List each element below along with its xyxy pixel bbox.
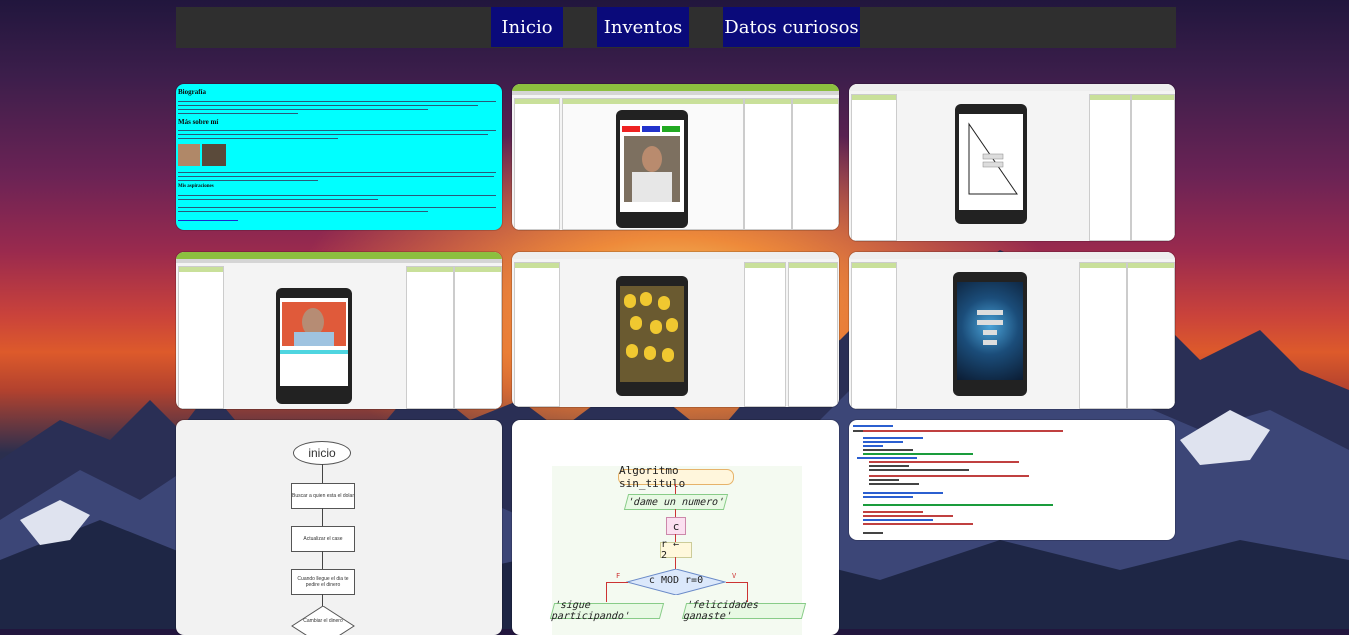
pseint-prompt: 'dame un numero' — [623, 494, 729, 510]
gallery-image-appinventor-4[interactable] — [512, 252, 839, 407]
pseint-true-label: V — [732, 572, 737, 580]
gallery-image-biografia[interactable]: Biografía Más sobre mí Mis aspiraciones — [176, 84, 502, 230]
flow-decision-label: Cambiar el dinero — [303, 618, 343, 624]
gallery-image-appinventor-2[interactable] — [849, 84, 1175, 241]
nav-inicio-button[interactable]: Inicio — [491, 7, 563, 47]
nav-inventos-button[interactable]: Inventos — [597, 7, 689, 47]
pseint-output-left: 'sigue participando' — [549, 600, 665, 622]
pseint-false-label: F — [616, 572, 621, 580]
bio-subtitle-aspiraciones: Mis aspiraciones — [178, 184, 214, 189]
flow-start: inicio — [293, 441, 351, 465]
bio-title: Biografía — [178, 88, 206, 96]
gallery-image-appinventor-1[interactable] — [512, 84, 839, 230]
flow-step-3: Cuando llegue el dia te pedire el dinero — [291, 569, 355, 595]
pseint-read-c: c — [666, 517, 686, 535]
nav-datos-curiosos-button[interactable]: Datos curiosos — [723, 7, 860, 47]
triangle-diagram — [968, 122, 1018, 195]
gallery-image-flowchart[interactable]: inicio Buscar a quien esta el dolar Actu… — [176, 420, 502, 635]
gallery-image-pseint[interactable]: Algoritmo sin_titulo 'dame un numero' c … — [512, 420, 839, 635]
gallery-image-appinventor-5[interactable] — [849, 252, 1175, 409]
flow-step-2: Actualizar el case — [291, 526, 355, 552]
nav-bar: Inicio Inventos Datos curiosos — [176, 7, 1176, 48]
bio-photo-2 — [202, 144, 226, 166]
bio-subtitle-mas-sobre-mi: Más sobre mí — [178, 118, 219, 126]
pseint-assign: r ← 2 — [660, 539, 692, 561]
pseint-output-right: 'felicidades ganaste' — [681, 600, 807, 622]
pseint-title: Algoritmo sin_titulo — [618, 464, 734, 490]
bio-photo-1 — [178, 144, 200, 166]
flow-step-1: Buscar a quien esta el dolar — [291, 483, 355, 509]
gallery-image-code[interactable] — [849, 420, 1175, 540]
gallery-image-appinventor-3[interactable] — [176, 252, 502, 409]
pseint-condition: c MOD r=0 — [648, 575, 704, 586]
